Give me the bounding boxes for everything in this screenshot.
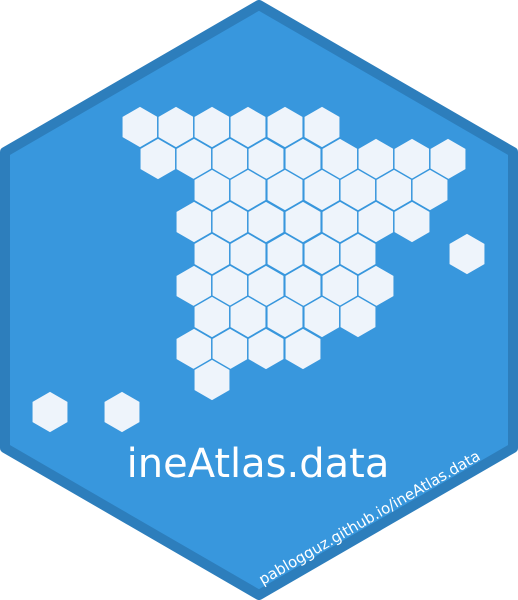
package-title: ineAtlas.data (127, 441, 390, 487)
ineatlas-logo-sticker: ineAtlas.data pablogguz.github.io/ineAtl… (0, 0, 518, 600)
